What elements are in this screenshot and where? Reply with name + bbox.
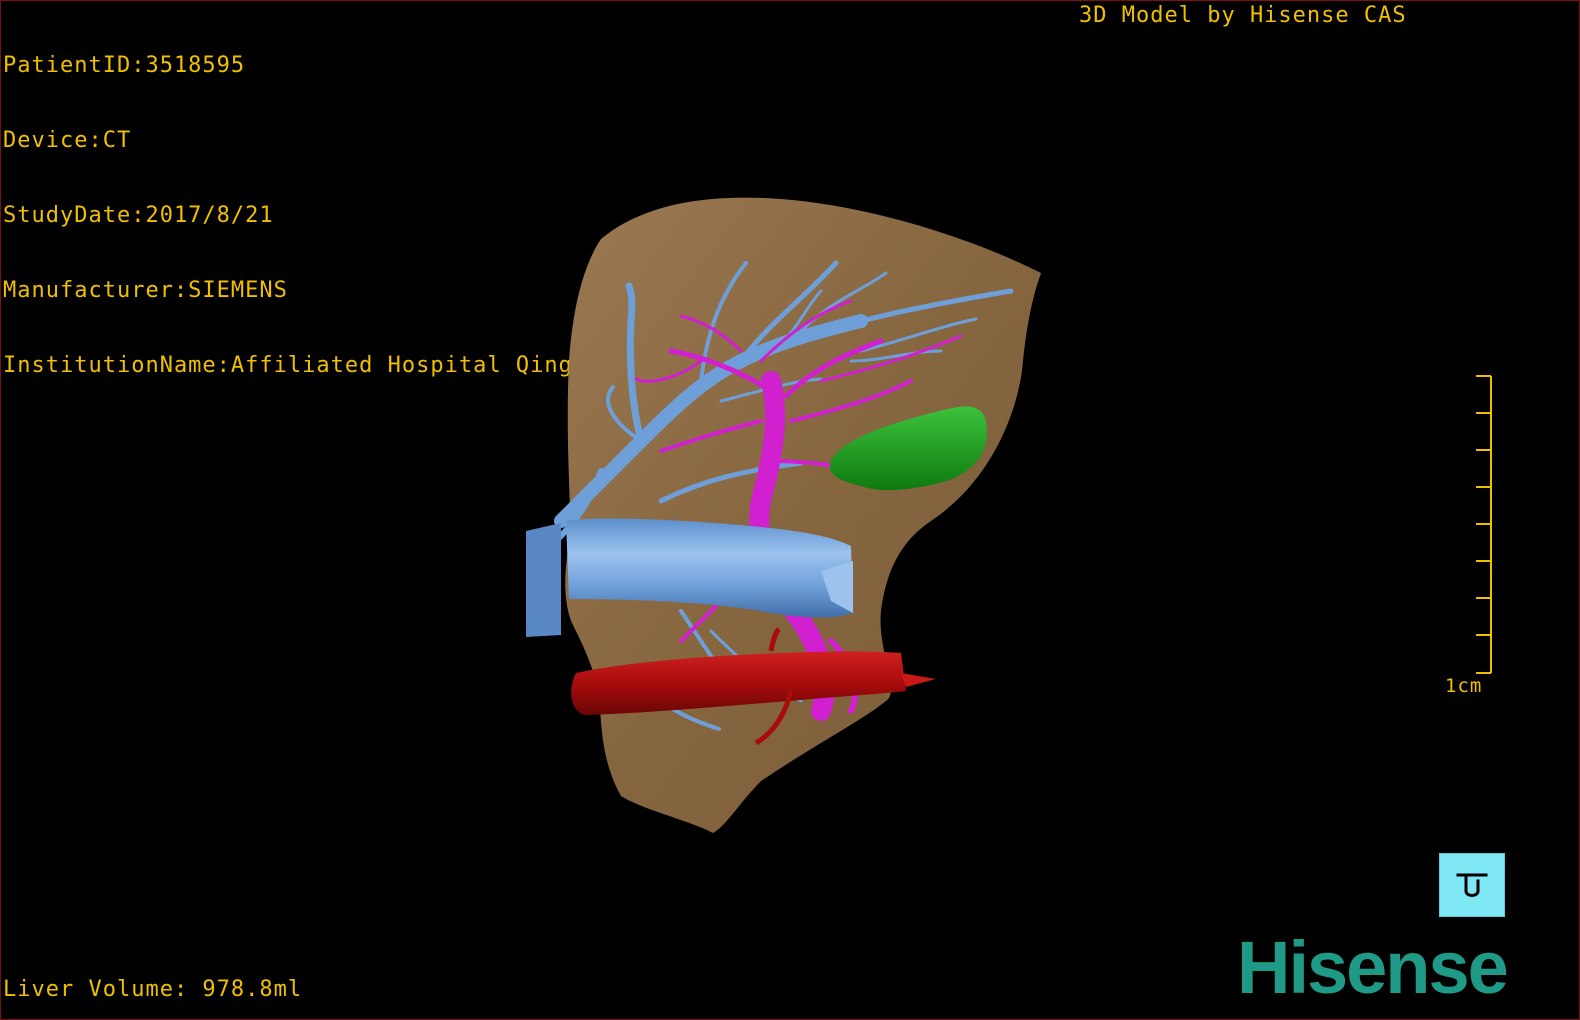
liver-3d-model[interactable] — [1, 1, 1580, 1020]
reset-view-icon — [1456, 873, 1488, 897]
3d-viewport[interactable]: PatientID:3518595 Device:CT StudyDate:20… — [0, 0, 1580, 1020]
liver-volume-label: Liver Volume: 978.8ml — [3, 977, 303, 1002]
reset-view-button[interactable] — [1439, 853, 1505, 917]
scale-bar — [1476, 375, 1492, 674]
scale-bar-label: 1cm — [1445, 675, 1483, 697]
hisense-logo: Hisense — [1237, 926, 1509, 1009]
